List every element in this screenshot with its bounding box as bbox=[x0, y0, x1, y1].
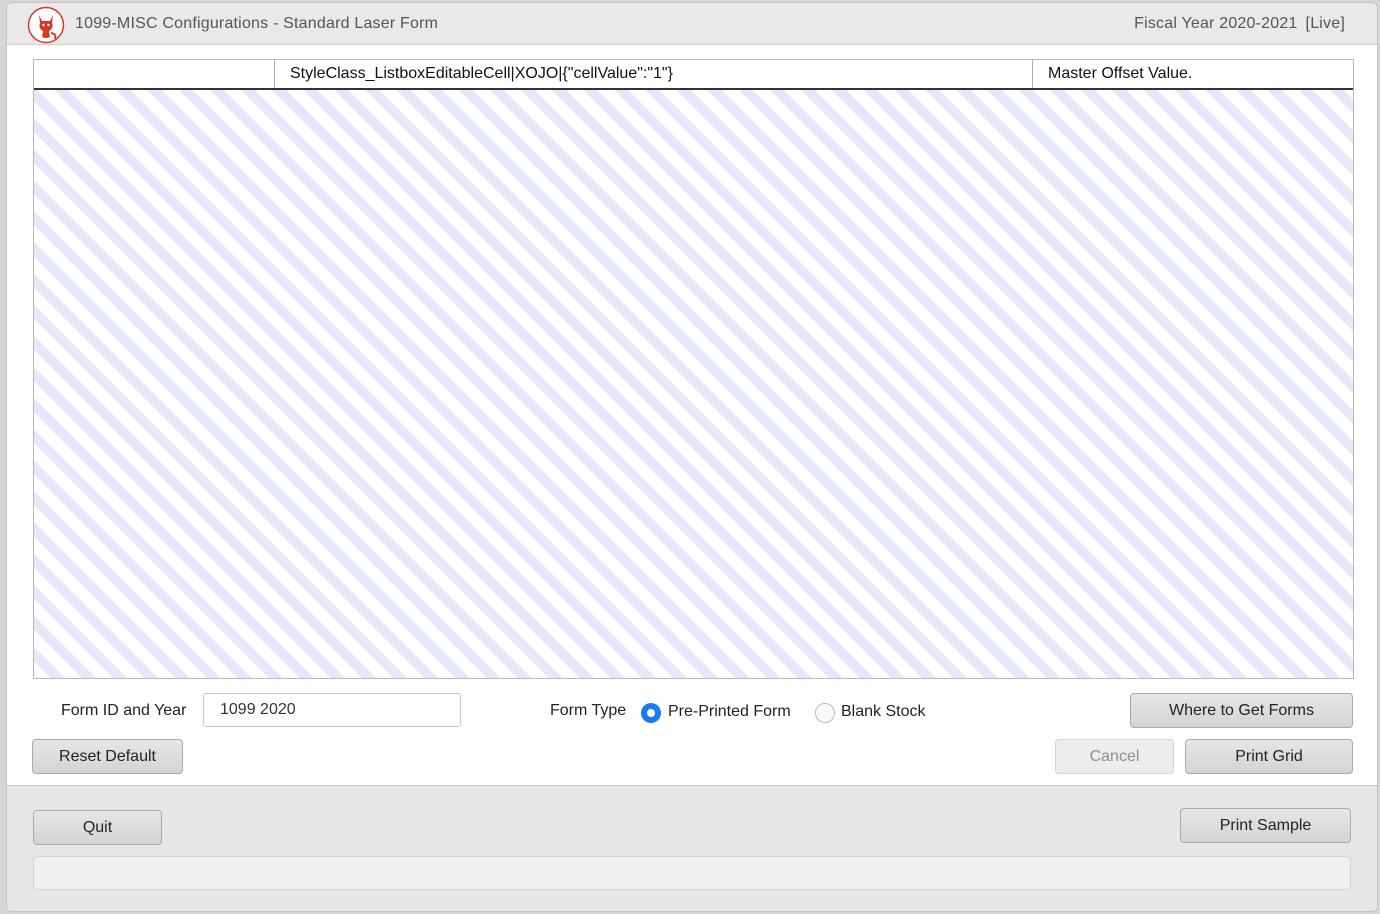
form-id-input[interactable] bbox=[203, 693, 461, 727]
where-to-get-forms-button[interactable]: Where to Get Forms bbox=[1130, 693, 1353, 728]
fiscal-year-label: Fiscal Year 2020-2021 [Live] bbox=[1126, 15, 1345, 33]
grid-column-header-2[interactable]: Master Offset Value. bbox=[1033, 60, 1353, 88]
config-grid[interactable]: StyleClass_ListboxEditableCell|XOJO|{"ce… bbox=[33, 59, 1354, 679]
pre-printed-radio[interactable] bbox=[641, 703, 661, 723]
grid-column-header-0[interactable] bbox=[34, 60, 275, 88]
blank-stock-radio[interactable] bbox=[815, 703, 835, 723]
quit-button[interactable]: Quit bbox=[33, 810, 162, 845]
app-window: 1099-MISC Configurations - Standard Lase… bbox=[6, 2, 1378, 912]
titlebar: 1099-MISC Configurations - Standard Lase… bbox=[7, 3, 1377, 45]
mode-badge: [Live] bbox=[1305, 15, 1345, 32]
grid-header: StyleClass_ListboxEditableCell|XOJO|{"ce… bbox=[34, 60, 1353, 90]
pre-printed-label[interactable]: Pre-Printed Form bbox=[668, 703, 791, 721]
blank-stock-label[interactable]: Blank Stock bbox=[841, 703, 925, 721]
form-type-label: Form Type bbox=[550, 702, 627, 719]
print-sample-button[interactable]: Print Sample bbox=[1180, 808, 1351, 843]
fiscal-year: Fiscal Year 2020-2021 bbox=[1134, 15, 1298, 32]
grid-body[interactable] bbox=[34, 90, 1353, 678]
grid-column-header-1[interactable]: StyleClass_ListboxEditableCell|XOJO|{"ce… bbox=[275, 60, 1033, 88]
window-title: 1099-MISC Configurations - Standard Lase… bbox=[75, 15, 439, 32]
fox-logo-icon bbox=[27, 6, 65, 44]
status-bar bbox=[33, 856, 1351, 890]
print-grid-button[interactable]: Print Grid bbox=[1185, 739, 1353, 774]
reset-default-button[interactable]: Reset Default bbox=[32, 739, 183, 774]
footer-panel: Quit Print Sample bbox=[7, 785, 1377, 911]
cancel-button[interactable]: Cancel bbox=[1055, 739, 1174, 774]
form-id-label: Form ID and Year bbox=[61, 702, 187, 719]
